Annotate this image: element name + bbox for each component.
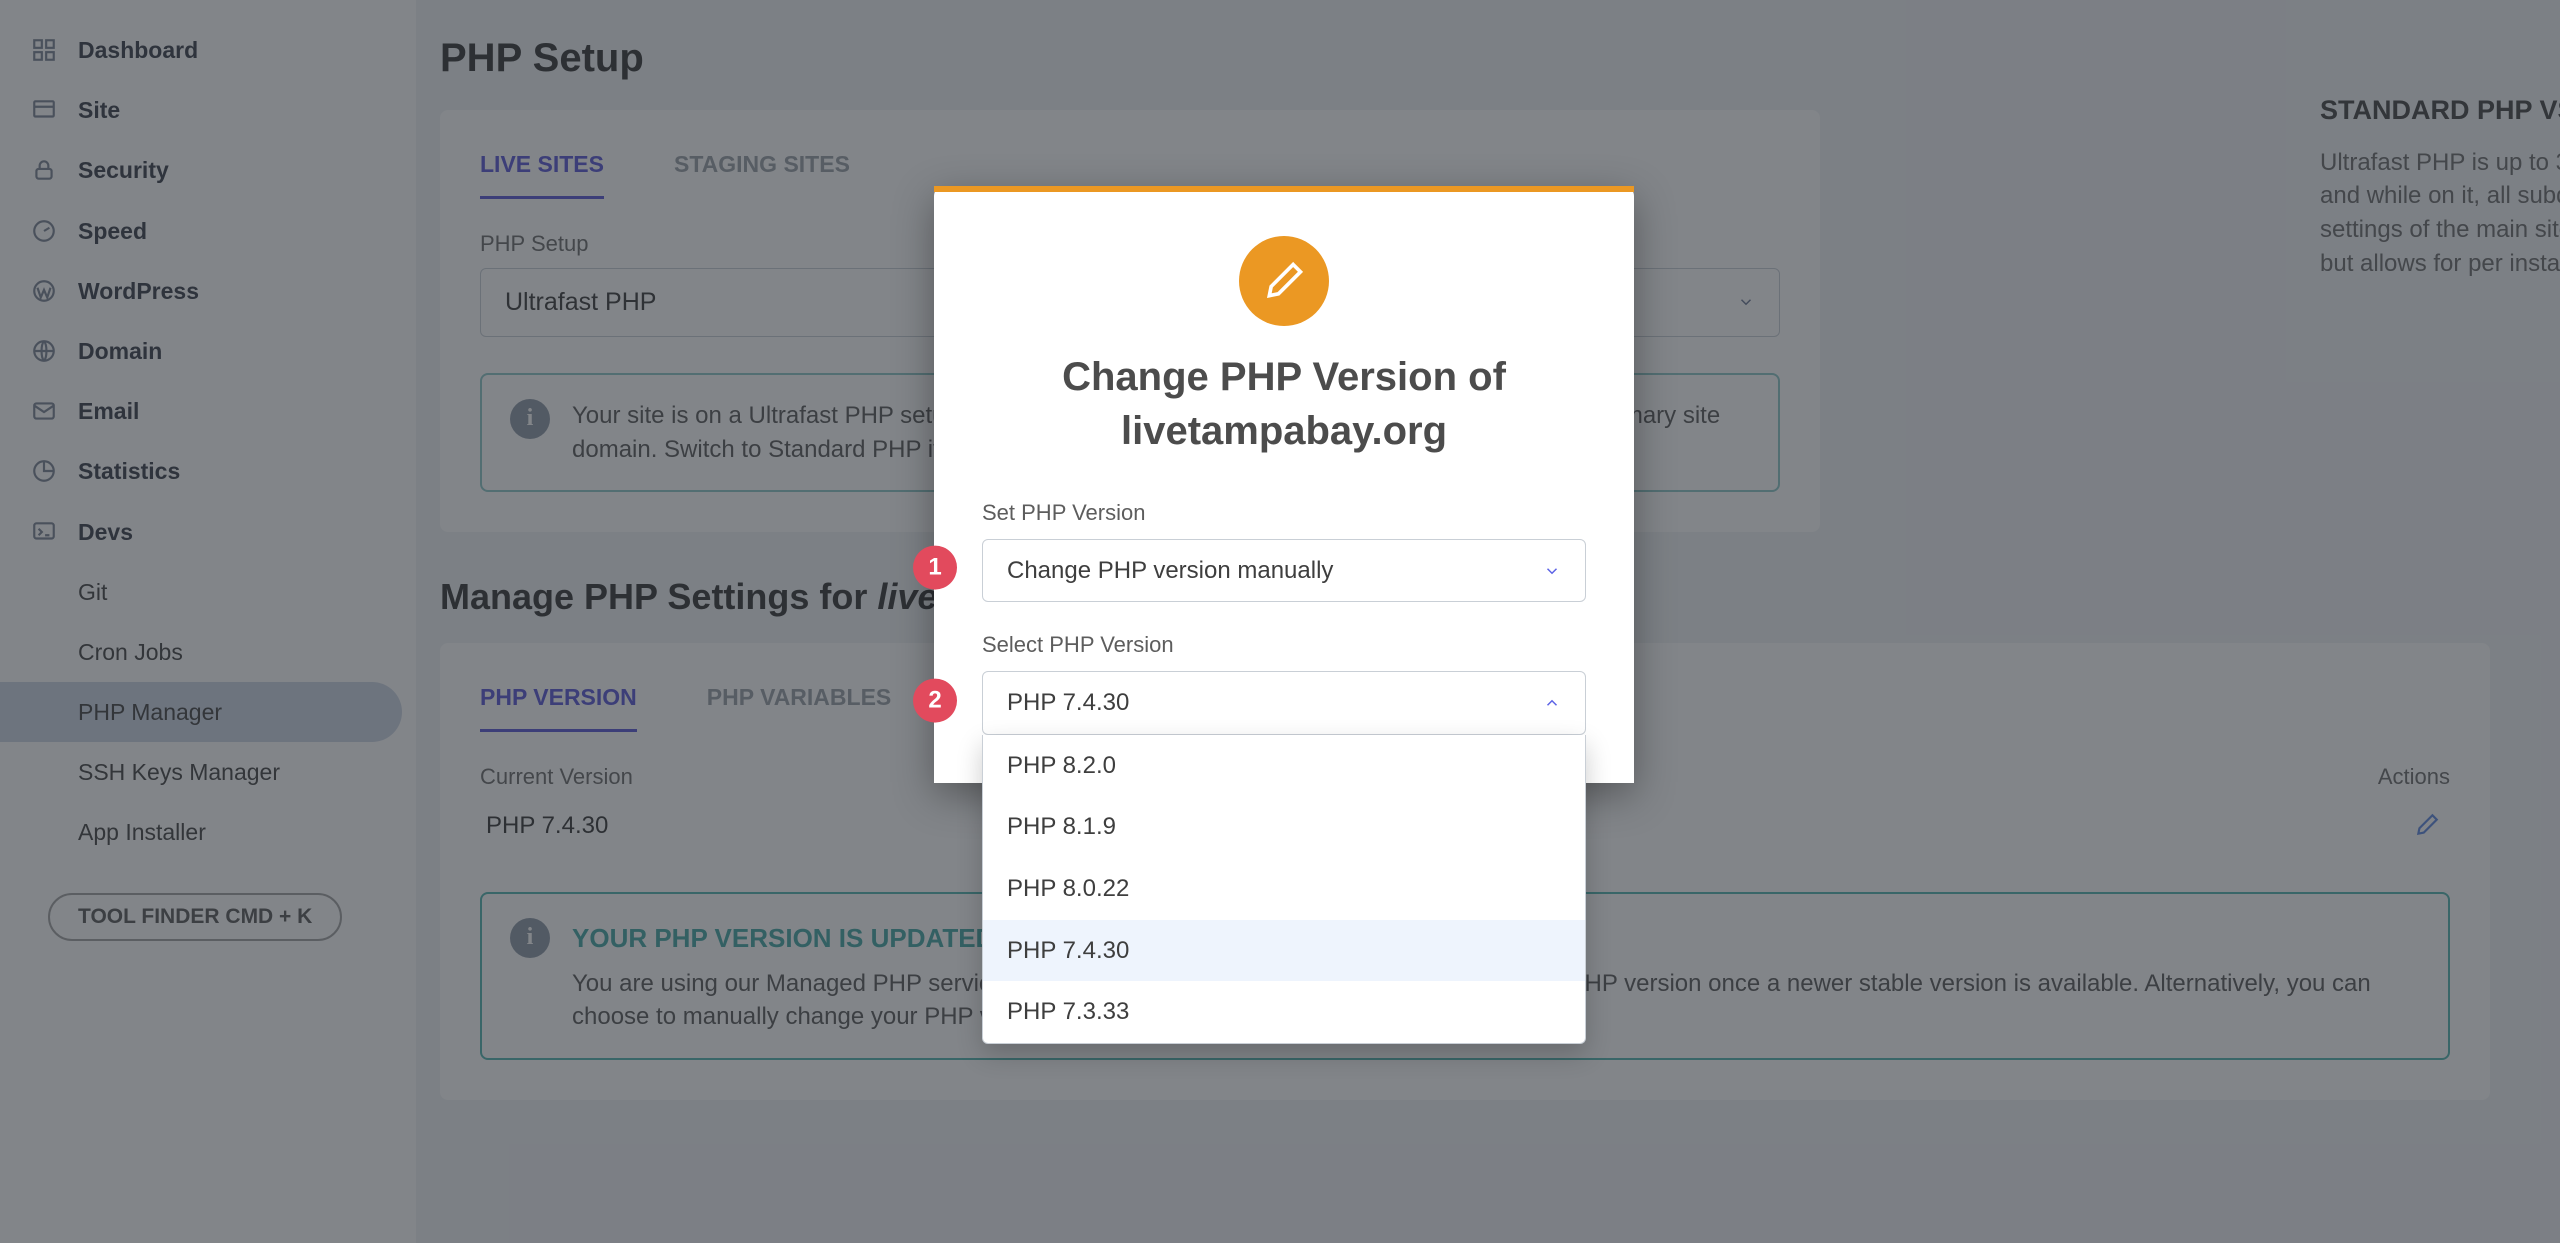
modal-title-line1: Change PHP Version of — [1062, 355, 1506, 399]
modal-title-line2: livetampabay.org — [1121, 409, 1447, 453]
php-version-option[interactable]: PHP 8.0.22 — [983, 858, 1585, 920]
set-php-version-value: Change PHP version manually — [1007, 554, 1333, 588]
php-version-option[interactable]: PHP 7.4.30 — [983, 920, 1585, 982]
php-version-dropdown: PHP 8.2.0PHP 8.1.9PHP 8.0.22PHP 7.4.30PH… — [982, 735, 1586, 1044]
php-version-option[interactable]: PHP 8.1.9 — [983, 796, 1585, 858]
step-badge-1: 1 — [913, 546, 957, 590]
select-php-version-label: Select PHP Version — [982, 630, 1586, 661]
php-version-option[interactable]: PHP 7.3.33 — [983, 981, 1585, 1043]
modal-title: Change PHP Version of livetampabay.org — [982, 350, 1586, 458]
set-php-version-label: Set PHP Version — [982, 498, 1586, 529]
set-php-version-field: 1 Set PHP Version Change PHP version man… — [982, 498, 1586, 602]
select-php-version-select[interactable]: PHP 7.4.30 — [982, 671, 1586, 735]
change-php-modal: Change PHP Version of livetampabay.org 1… — [934, 186, 1634, 783]
set-php-version-select[interactable]: Change PHP version manually — [982, 539, 1586, 603]
pencil-icon — [1239, 236, 1329, 326]
select-php-version-field: 2 Select PHP Version PHP 7.4.30 PHP 8.2.… — [982, 630, 1586, 734]
php-version-option[interactable]: PHP 8.2.0 — [983, 735, 1585, 797]
step-badge-2: 2 — [913, 678, 957, 722]
chevron-down-icon — [1543, 562, 1561, 580]
select-php-version-value: PHP 7.4.30 — [1007, 686, 1129, 720]
app-viewport: Dashboard Site Security Speed WordPress … — [0, 0, 2560, 1243]
chevron-up-icon — [1543, 694, 1561, 712]
